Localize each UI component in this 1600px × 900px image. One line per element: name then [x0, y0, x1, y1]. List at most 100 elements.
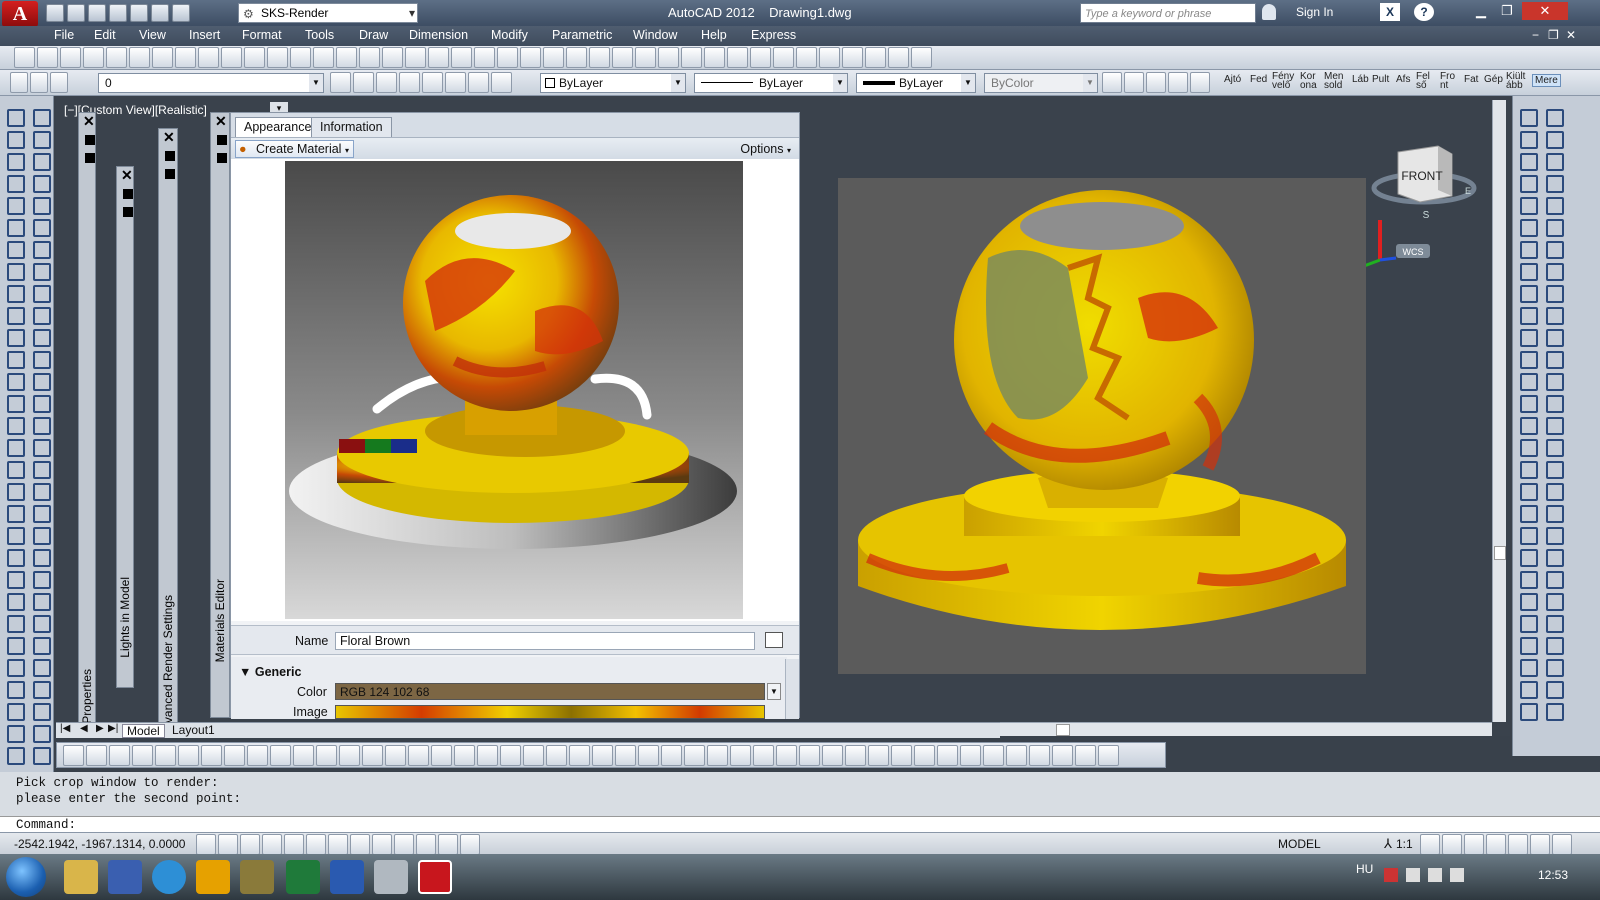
- toolbar-tool-icon[interactable]: [350, 834, 370, 855]
- render-tool-icon[interactable]: [1543, 304, 1564, 325]
- toolbar-tool-icon[interactable]: [37, 47, 58, 68]
- toolbar-tool-icon[interactable]: [1029, 745, 1050, 766]
- exchange-icon[interactable]: X: [1380, 3, 1400, 21]
- toolbar-tool-icon[interactable]: [684, 745, 705, 766]
- draw-tool-icon[interactable]: [4, 722, 25, 743]
- draw-tool-icon[interactable]: [4, 282, 25, 303]
- toolbar-tool-icon[interactable]: [1052, 745, 1073, 766]
- material-preview-image[interactable]: [285, 161, 743, 619]
- plot-icon[interactable]: [130, 4, 148, 22]
- autohide-icon[interactable]: [165, 151, 175, 161]
- draw-tool-icon[interactable]: [4, 502, 25, 523]
- save-as-icon[interactable]: [109, 4, 127, 22]
- draw-tool-icon[interactable]: [30, 458, 51, 479]
- autohide-icon[interactable]: [85, 135, 95, 145]
- compass-east-label[interactable]: E: [1465, 186, 1471, 196]
- draw-tool-icon[interactable]: [4, 656, 25, 677]
- draw-tool-icon[interactable]: [4, 370, 25, 391]
- toolbar-tool-icon[interactable]: [60, 47, 81, 68]
- render-tool-icon[interactable]: [1543, 700, 1564, 721]
- toolbar-tool-icon[interactable]: [155, 745, 176, 766]
- toolbar-tool-icon[interactable]: [753, 745, 774, 766]
- toolbar-tool-icon[interactable]: [428, 47, 449, 68]
- viewcube-face-label[interactable]: FRONT: [1401, 169, 1443, 183]
- layer-dropdown[interactable]: 0 ▼: [98, 73, 324, 93]
- render-tool-icon[interactable]: [1543, 634, 1564, 655]
- toolbar-tool-icon[interactable]: [799, 745, 820, 766]
- explorer-icon[interactable]: [64, 860, 98, 894]
- render-tool-icon[interactable]: [1517, 436, 1538, 457]
- render-tool-icon[interactable]: [1517, 348, 1538, 369]
- toolbar-tool-icon[interactable]: [339, 745, 360, 766]
- plotstyle-dropdown[interactable]: ByColor ▼: [984, 73, 1098, 93]
- toolbar-tool-icon[interactable]: [270, 745, 291, 766]
- render-tool-icon[interactable]: [1543, 414, 1564, 435]
- close-icon[interactable]: ✕: [215, 113, 227, 130]
- toolbar-tool-icon[interactable]: [240, 834, 260, 855]
- toolbar-tool-icon[interactable]: [284, 834, 304, 855]
- draw-tool-icon[interactable]: [30, 282, 51, 303]
- properties-palette[interactable]: ✕ Properties: [78, 112, 96, 736]
- toolbar-tool-icon[interactable]: [569, 745, 590, 766]
- materials-editor-strip[interactable]: ✕ Materials Editor: [210, 112, 230, 718]
- material-name-field[interactable]: Floral Brown: [335, 632, 755, 650]
- toolbar-tool-icon[interactable]: [1420, 834, 1440, 855]
- annotation-scale[interactable]: 1:1: [1396, 837, 1413, 851]
- tool-fed[interactable]: Fed: [1250, 74, 1267, 85]
- tool-gep[interactable]: Gép: [1484, 74, 1503, 85]
- tab-layout1[interactable]: Layout1: [168, 724, 219, 738]
- toolbar-tool-icon[interactable]: [451, 47, 472, 68]
- render-tool-icon[interactable]: [1517, 524, 1538, 545]
- render-tool-icon[interactable]: [1543, 480, 1564, 501]
- redo-icon[interactable]: [172, 4, 190, 22]
- toolbar-tool-icon[interactable]: [394, 834, 414, 855]
- toolbar-tool-icon[interactable]: [1508, 834, 1528, 855]
- render-tool-icon[interactable]: [1543, 656, 1564, 677]
- tool-ajto[interactable]: Ajtó: [1224, 74, 1241, 85]
- minimize-button[interactable]: ▁: [1470, 2, 1492, 20]
- draw-tool-icon[interactable]: [4, 700, 25, 721]
- draw-tool-icon[interactable]: [4, 436, 25, 457]
- toolbar-tool-icon[interactable]: [445, 72, 466, 93]
- toolbar-tool-icon[interactable]: [244, 47, 265, 68]
- tool-front[interactable]: Fro nt: [1440, 72, 1460, 91]
- render-tool-icon[interactable]: [1517, 502, 1538, 523]
- draw-tool-icon[interactable]: [4, 612, 25, 633]
- toolbar-tool-icon[interactable]: [500, 745, 521, 766]
- render-tool-icon[interactable]: [1517, 546, 1538, 567]
- render-tool-icon[interactable]: [1517, 656, 1538, 677]
- toolbar-tool-icon[interactable]: [1168, 72, 1188, 93]
- toolbar-tool-icon[interactable]: [1075, 745, 1096, 766]
- menu-tools[interactable]: Tools: [305, 28, 334, 42]
- render-tool-icon[interactable]: [1543, 612, 1564, 633]
- draw-tool-icon[interactable]: [30, 260, 51, 281]
- render-tool-icon[interactable]: [1517, 304, 1538, 325]
- clock[interactable]: 12:53: [1538, 868, 1568, 882]
- palette-properties-icon[interactable]: [123, 207, 133, 217]
- render-tool-icon[interactable]: [1517, 194, 1538, 215]
- tool-korona[interactable]: Kor ona: [1300, 72, 1320, 91]
- toolbar-tool-icon[interactable]: [267, 47, 288, 68]
- palette-properties-icon[interactable]: [217, 153, 227, 163]
- toolbar-tool-icon[interactable]: [546, 745, 567, 766]
- toolbar-tool-icon[interactable]: [612, 47, 633, 68]
- image-thumbnail[interactable]: [335, 705, 765, 719]
- draw-tool-icon[interactable]: [30, 414, 51, 435]
- draw-tool-icon[interactable]: [30, 436, 51, 457]
- tool-fat[interactable]: Fat: [1464, 74, 1478, 85]
- toolbar-tool-icon[interactable]: [773, 47, 794, 68]
- draw-tool-icon[interactable]: [4, 304, 25, 325]
- draw-tool-icon[interactable]: [30, 194, 51, 215]
- rendered-model[interactable]: [838, 178, 1366, 674]
- search-input[interactable]: Type a keyword or phrase: [1080, 3, 1256, 23]
- compass-south-label[interactable]: S: [1423, 210, 1430, 221]
- toolbar-tool-icon[interactable]: [109, 745, 130, 766]
- tab-information[interactable]: Information: [311, 117, 392, 137]
- toolbar-tool-icon[interactable]: [438, 834, 458, 855]
- generic-section-header[interactable]: ▼ Generic: [239, 665, 301, 679]
- draw-tool-icon[interactable]: [30, 656, 51, 677]
- draw-tool-icon[interactable]: [4, 260, 25, 281]
- render-tool-icon[interactable]: [1517, 326, 1538, 347]
- render-tool-icon[interactable]: [1543, 502, 1564, 523]
- toolbar-tool-icon[interactable]: [460, 834, 480, 855]
